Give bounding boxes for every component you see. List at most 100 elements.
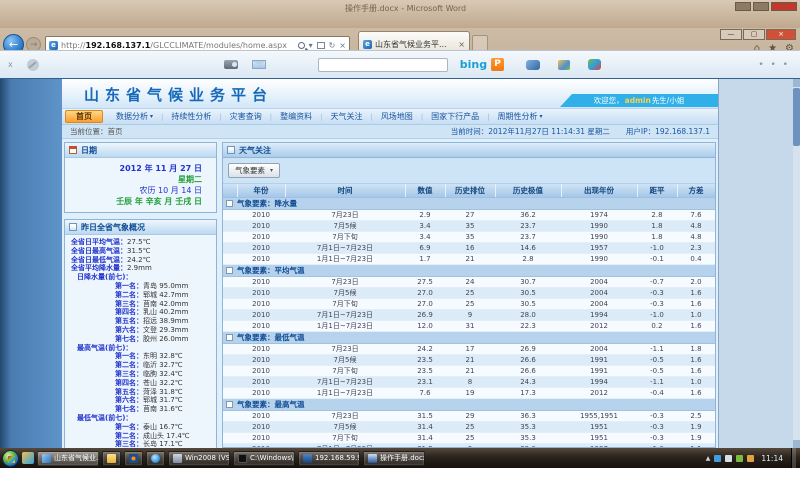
close-button[interactable]: × [766,29,796,40]
checkbox[interactable] [226,267,233,274]
column-header[interactable]: 历史排位 [445,184,495,197]
maximize-button[interactable]: ▢ [743,29,765,40]
table-cell: 2.3 [677,242,715,253]
taskbar-button-label: 操作手册.docx -... [380,453,425,463]
weather-data-table: 年份时间数值历史排位历史极值出现年份距平方差 气象要素：降水量 2010 7月23日… [223,184,716,448]
rank-item: 第六名：郓城 31.7℃ [69,396,214,405]
table-cell: 1月1日~7月23日 [285,253,405,264]
calendar-icon [69,146,77,154]
show-desktop-button[interactable] [791,448,796,468]
browser-scrollbar[interactable] [793,79,800,448]
taskbar-button-5[interactable]: C:\Windows\s... [233,451,295,466]
menu-item-2[interactable]: 持续性分析 [163,111,219,122]
column-header[interactable]: 方差 [677,184,715,197]
taskbar-button-4[interactable]: Win2008 (VS2... [168,451,230,466]
menu-item-6[interactable]: 风场地图 [373,111,421,122]
start-button[interactable] [2,450,19,467]
remote-icon [303,454,312,463]
menu-item-7[interactable]: 国家下行产品 [423,111,487,122]
menu-item-label: 灾害查询 [230,111,262,122]
bing-button[interactable]: P [491,58,504,71]
table-row: 20107月5候27.02530.52004-0.31.6 [223,287,715,298]
rank-label: 第五名： [115,388,143,396]
menu-item-5[interactable]: 天气关注 [322,111,370,122]
row-gutter-cell [223,276,237,287]
page-right-margin [718,79,793,448]
rank-value: 临沂 32.7℃ [143,361,183,369]
menu-item-0[interactable]: 首页 [65,110,103,123]
column-header[interactable]: 年份 [237,184,285,197]
rank-value: 泰山 16.7℃ [143,423,183,431]
autocomplete-dropdown-icon[interactable]: ▾ [309,41,313,50]
stop-icon[interactable]: × [339,41,346,50]
toolbar-more-icon[interactable]: • • • [758,60,790,70]
column-header[interactable]: 数值 [405,184,445,197]
toolbar-apps-icon[interactable] [588,59,601,70]
taskbar-button-0[interactable]: 山东省气候业... [37,451,99,466]
menu-item-3[interactable]: 灾害查询 [222,111,270,122]
menu-item-4[interactable]: 整编资料 [272,111,320,122]
checkbox[interactable] [226,334,233,341]
row-gutter-cell [223,354,237,365]
checkbox[interactable] [226,200,233,207]
taskbar-button-7[interactable]: 操作手册.docx -... [363,451,425,466]
tab-close-icon[interactable]: × [458,40,465,49]
minimize-button[interactable]: — [720,29,742,40]
taskbar-button-1[interactable] [102,451,121,466]
table-cell: 2010 [237,387,285,398]
compatibility-view-icon[interactable] [317,42,325,49]
group-header-row: 气象要素：平均气温 [223,264,715,276]
menu-item-label: 首页 [76,111,92,122]
toolbar-share-icon[interactable] [558,60,570,70]
column-header[interactable]: 距平 [637,184,677,197]
update-icon[interactable] [736,455,743,462]
rank-label: 第三名： [115,440,143,448]
tray-expand-icon[interactable]: ▲ [706,455,711,462]
table-cell: 9 [445,309,495,320]
scroll-thumb[interactable] [793,88,800,146]
taskbar-button-6[interactable]: 192.168.59.99... [298,451,360,466]
checkbox[interactable] [226,401,233,408]
group-header-cell: 气象要素：降水量 [223,197,715,209]
table-cell: 1.6 [677,365,715,376]
rank-value: 莒南 31.6℃ [143,405,183,413]
volume-icon[interactable] [725,455,732,462]
toolbar-widget-icon[interactable] [526,60,540,70]
table-cell: 7月下旬 [285,231,405,242]
taskbar-button-2[interactable] [124,451,143,466]
column-header[interactable]: 时间 [285,184,405,197]
quick-launch-icon[interactable] [22,452,34,464]
refresh-icon[interactable]: ↻ [329,41,336,50]
row-gutter-cell [223,209,237,220]
current-time: 当前时间：2012年11月27日 11:14:31 星期二 [451,126,610,137]
menu-item-label: 持续性分析 [171,111,211,122]
table-row: 20107月下旬3.43523.719901.84.8 [223,231,715,242]
scroll-down-arrow[interactable] [793,440,800,448]
camera-icon[interactable] [224,60,238,69]
column-header[interactable]: 历史极值 [495,184,561,197]
toolbar-search-input[interactable] [318,58,448,72]
table-cell: 27.0 [405,298,445,309]
language-icon[interactable] [747,455,754,462]
window-icon [173,454,182,463]
element-filter-button[interactable]: 气象要素▾ [228,163,280,178]
rank-label: 第三名： [115,300,143,308]
table-cell: 35 [445,220,495,231]
menu-item-label: 数据分析 [116,111,148,122]
table-cell: 7月23日 [285,209,405,220]
column-header[interactable]: 出现年份 [561,184,637,197]
network-icon[interactable] [714,455,721,462]
table-cell: -1.1 [637,376,677,387]
row-gutter-cell [223,410,237,421]
scroll-up-arrow[interactable] [793,79,800,87]
taskbar-button-3[interactable] [146,451,165,466]
mail-icon[interactable] [252,60,266,69]
bing-logo[interactable]: bing [460,58,487,71]
rank-label: 第五名： [115,317,143,325]
menu-item-1[interactable]: 数据分析▾ [108,111,161,122]
table-cell: 2010 [237,432,285,443]
search-icon[interactable] [298,42,305,49]
menu-item-8[interactable]: 周期性分析▾ [490,111,551,122]
toolbar-close-icon[interactable]: x [8,60,13,69]
taskbar-clock[interactable]: 11:14 [761,454,783,463]
